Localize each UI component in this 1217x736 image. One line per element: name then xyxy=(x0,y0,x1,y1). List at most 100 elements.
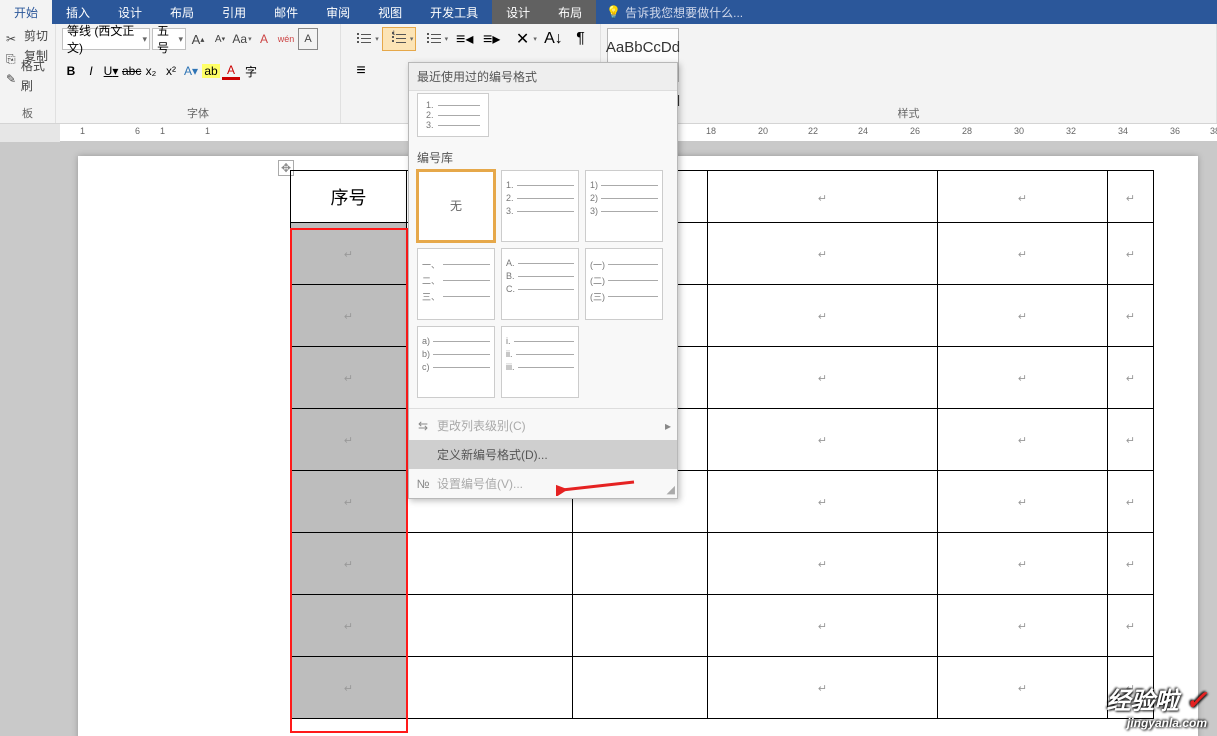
table-cell[interactable] xyxy=(573,533,708,595)
tab-home[interactable]: 开始 xyxy=(0,0,52,24)
table-cell[interactable]: ↵ xyxy=(938,409,1108,471)
font-size-combo[interactable]: 五号 xyxy=(152,28,186,50)
shrink-font-button[interactable]: A▾ xyxy=(210,28,230,50)
tab-mail[interactable]: 邮件 xyxy=(260,0,312,24)
table-cell[interactable]: ↵ xyxy=(1108,409,1154,471)
numbering-option[interactable]: i.ii.iii. xyxy=(501,326,579,398)
table-cell[interactable] xyxy=(407,657,573,719)
set-value-icon: № xyxy=(415,477,431,491)
tell-me-label: 告诉我您想要做什么... xyxy=(625,4,743,21)
tab-dev[interactable]: 开发工具 xyxy=(416,0,492,24)
sort-button[interactable]: A↓ xyxy=(540,27,567,51)
numbering-option[interactable]: a)b)c) xyxy=(417,326,495,398)
tab-insert[interactable]: 插入 xyxy=(52,0,104,24)
table-cell[interactable]: ↵ xyxy=(708,595,938,657)
tab-table-layout[interactable]: 布局 xyxy=(544,0,596,24)
table-cell[interactable]: ↵ xyxy=(938,657,1108,719)
multilevel-list-button[interactable] xyxy=(416,27,451,51)
show-marks-button[interactable]: ¶ xyxy=(567,27,594,51)
highlight-button[interactable]: ab xyxy=(202,64,220,78)
library-section-title: 编号库 xyxy=(409,143,677,168)
table-cell[interactable]: ↵ xyxy=(1108,471,1154,533)
define-new-format-menu-item[interactable]: 定义新编号格式(D)... xyxy=(409,440,677,469)
numbering-dropdown: 最近使用过的编号格式 1.2.3. 编号库 无1.2.3.1)2)3)一、二、三… xyxy=(408,62,678,499)
copy-icon: ⎘ xyxy=(6,49,20,63)
align-left-button[interactable]: ≡ xyxy=(347,59,375,83)
table-cell[interactable]: ↵ xyxy=(938,533,1108,595)
table-cell[interactable] xyxy=(407,533,573,595)
char-border-button[interactable]: A xyxy=(298,28,318,50)
table-cell[interactable]: ↵ xyxy=(938,223,1108,285)
brush-icon: ✎ xyxy=(6,69,17,83)
table-cell[interactable] xyxy=(573,595,708,657)
header-cell[interactable]: ↵ xyxy=(938,171,1108,223)
table-cell[interactable]: ↵ xyxy=(1108,533,1154,595)
font-color-button[interactable]: A xyxy=(222,63,240,80)
tell-me-search[interactable]: 💡 告诉我您想要做什么... xyxy=(596,0,753,24)
grow-font-button[interactable]: A▴ xyxy=(188,28,208,50)
strike-button[interactable]: abc xyxy=(122,64,140,78)
table-cell[interactable]: ↵ xyxy=(938,595,1108,657)
menu-tab-bar: 开始 插入 设计 布局 引用 邮件 审阅 视图 开发工具 设计 布局 💡 告诉我… xyxy=(0,0,1217,24)
numbering-none[interactable]: 无 xyxy=(417,170,495,242)
cut-button[interactable]: ✂剪切 xyxy=(6,26,49,46)
format-painter-button[interactable]: ✎格式刷 xyxy=(6,66,49,86)
font-group-label: 字体 xyxy=(56,105,340,121)
numbering-option[interactable]: 1.2.3. xyxy=(501,170,579,242)
clear-format-button[interactable]: A xyxy=(254,28,274,50)
font-name-combo[interactable]: 等线 (西文正文) xyxy=(62,28,150,50)
numbered-list-button[interactable] xyxy=(382,27,417,51)
tab-references[interactable]: 引用 xyxy=(208,0,260,24)
table-cell[interactable]: ↵ xyxy=(1108,595,1154,657)
recent-format-item[interactable]: 1.2.3. xyxy=(417,93,489,137)
tab-table-design[interactable]: 设计 xyxy=(492,0,544,24)
decrease-indent-button[interactable]: ≡◂ xyxy=(451,27,478,51)
table-cell[interactable]: ↵ xyxy=(1108,223,1154,285)
table-cell[interactable]: ↵ xyxy=(938,347,1108,409)
bullet-list-button[interactable] xyxy=(347,27,382,51)
enclose-button[interactable]: 字 xyxy=(242,63,260,80)
header-cell[interactable]: ↵ xyxy=(708,171,938,223)
tab-review[interactable]: 审阅 xyxy=(312,0,364,24)
table-cell[interactable]: ↵ xyxy=(708,471,938,533)
table-cell[interactable]: ↵ xyxy=(708,285,938,347)
underline-button[interactable]: U▾ xyxy=(102,64,120,78)
recent-section-title: 最近使用过的编号格式 xyxy=(409,63,677,91)
watermark: 经验啦 ✓ jingyanla.com xyxy=(1107,681,1207,730)
tab-view[interactable]: 视图 xyxy=(364,0,416,24)
table-cell[interactable] xyxy=(407,595,573,657)
table-cell[interactable]: ↵ xyxy=(708,347,938,409)
change-level-menu-item: ⇆ 更改列表级别(C) ▸ xyxy=(409,411,677,440)
superscript-button[interactable]: x² xyxy=(162,64,180,78)
table-cell[interactable]: ↵ xyxy=(708,223,938,285)
table-cell[interactable]: ↵ xyxy=(938,285,1108,347)
tab-layout[interactable]: 布局 xyxy=(156,0,208,24)
change-case-button[interactable]: Aa xyxy=(232,28,252,50)
clipboard-group: ✂剪切 ⎘复制 ✎格式刷 板 xyxy=(0,24,56,123)
table-cell[interactable] xyxy=(573,657,708,719)
numbering-option[interactable]: 1)2)3) xyxy=(585,170,663,242)
numbering-option[interactable]: 一、二、三、 xyxy=(417,248,495,320)
table-cell[interactable]: ↵ xyxy=(708,533,938,595)
table-cell[interactable]: ↵ xyxy=(938,471,1108,533)
table-cell[interactable]: ↵ xyxy=(708,657,938,719)
header-cell[interactable]: 序号 xyxy=(291,171,407,223)
italic-button[interactable]: I xyxy=(82,64,100,78)
subscript-button[interactable]: x₂ xyxy=(142,64,160,78)
check-icon: ✓ xyxy=(1185,685,1207,715)
pinyin-guide-button[interactable]: wén xyxy=(276,28,296,50)
text-effect-button[interactable]: A▾ xyxy=(182,64,200,78)
bold-button[interactable]: B xyxy=(62,64,80,78)
table-cell[interactable]: ↵ xyxy=(1108,347,1154,409)
numbering-option[interactable]: A.B.C. xyxy=(501,248,579,320)
increase-indent-button[interactable]: ≡▸ xyxy=(478,27,505,51)
resize-grip-icon[interactable]: ◢ xyxy=(667,483,675,496)
table-cell[interactable]: ↵ xyxy=(708,409,938,471)
header-cell[interactable]: ↵ xyxy=(1108,171,1154,223)
clipboard-label: 板 xyxy=(0,105,55,121)
numbering-option[interactable]: (一)(二)(三) xyxy=(585,248,663,320)
tab-design[interactable]: 设计 xyxy=(104,0,156,24)
change-level-icon: ⇆ xyxy=(415,419,431,433)
asian-layout-button[interactable]: ✕ xyxy=(505,27,540,51)
table-cell[interactable]: ↵ xyxy=(1108,285,1154,347)
